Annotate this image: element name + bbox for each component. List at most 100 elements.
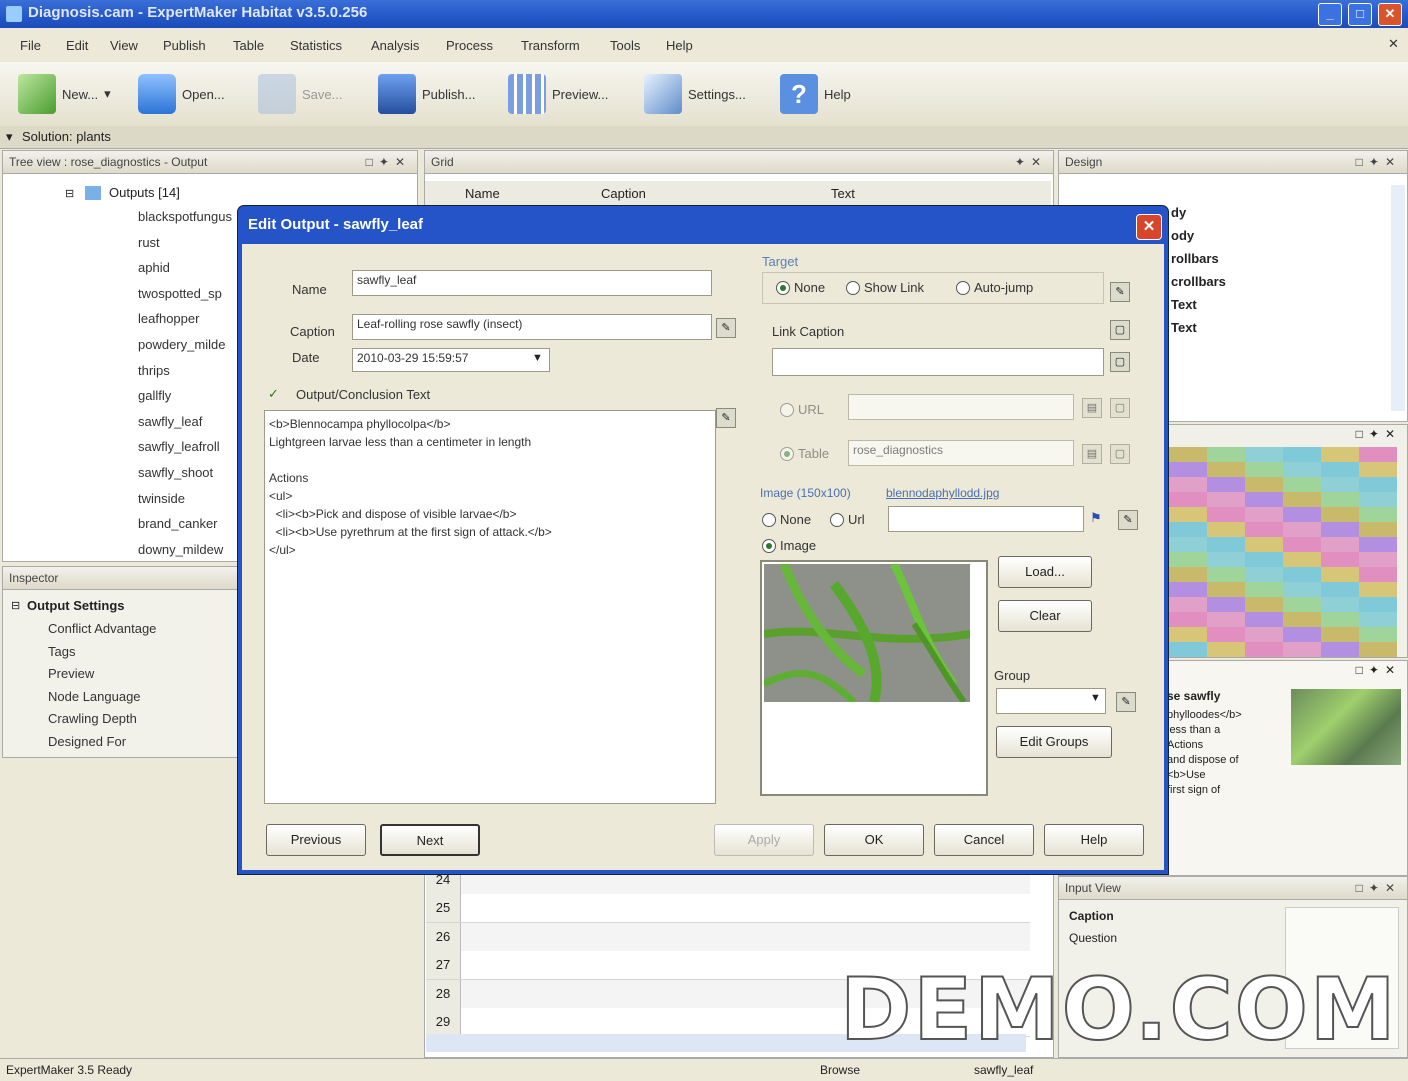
tree-item[interactable]: thrips bbox=[138, 363, 170, 378]
image-url-field[interactable] bbox=[888, 506, 1084, 532]
panel-controls-icon[interactable]: □✦✕ bbox=[1356, 151, 1401, 173]
target-none-radio[interactable]: None bbox=[776, 280, 825, 295]
maximize-button[interactable]: □ bbox=[1348, 3, 1372, 26]
inspector-row[interactable]: Designed For bbox=[48, 734, 126, 749]
caption-edit-icon[interactable]: ✎ bbox=[716, 318, 736, 338]
tree-item[interactable]: powdery_milde bbox=[138, 337, 225, 352]
image-image-radio[interactable]: Image bbox=[762, 538, 816, 553]
image-url-radio[interactable]: Url bbox=[830, 512, 865, 527]
menu-process[interactable]: Process bbox=[446, 38, 493, 53]
save-button[interactable]: Save... bbox=[258, 72, 342, 116]
help-dialog-button[interactable]: Help bbox=[1044, 824, 1144, 856]
panel-controls-icon[interactable]: □✦✕ bbox=[1356, 663, 1401, 677]
design-item[interactable]: Text bbox=[1171, 297, 1197, 312]
url-edit-icon[interactable]: ▢ bbox=[1110, 398, 1130, 418]
link-caption-edit-icon[interactable]: ▢ bbox=[1110, 352, 1130, 372]
menu-statistics[interactable]: Statistics bbox=[290, 38, 342, 53]
menu-file[interactable]: File bbox=[20, 38, 41, 53]
menu-help[interactable]: Help bbox=[666, 38, 693, 53]
cancel-button[interactable]: Cancel bbox=[934, 824, 1034, 856]
panel-controls-icon[interactable]: □✦✕ bbox=[1356, 427, 1401, 441]
menu-view[interactable]: View bbox=[110, 38, 138, 53]
inspector-row[interactable]: Conflict Advantage bbox=[48, 621, 156, 636]
url-radio[interactable]: URL bbox=[780, 402, 824, 417]
tree-item[interactable]: blackspotfungus bbox=[138, 209, 232, 224]
design-item[interactable]: Text bbox=[1171, 320, 1197, 335]
clear-button[interactable]: Clear bbox=[998, 600, 1092, 632]
group-dropdown-icon[interactable]: ▼ bbox=[1090, 692, 1101, 704]
collapse-icon[interactable]: ▾ bbox=[6, 129, 13, 145]
tree-item[interactable]: leafhopper bbox=[138, 311, 199, 326]
previous-button[interactable]: Previous bbox=[266, 824, 366, 856]
url-browse-icon[interactable]: ▤ bbox=[1082, 398, 1102, 418]
date-field[interactable]: 2010-03-29 15:59:57 bbox=[352, 348, 550, 372]
image-file-link[interactable]: blennodaphyllodd.jpg bbox=[886, 486, 999, 500]
section-collapse-icon[interactable]: ⊟ bbox=[11, 599, 20, 612]
table-select[interactable]: rose_diagnostics bbox=[848, 440, 1074, 466]
menu-transform[interactable]: Transform bbox=[521, 38, 580, 53]
publish-button[interactable]: Publish... bbox=[378, 72, 475, 116]
col-name[interactable]: Name bbox=[465, 186, 500, 201]
apply-button[interactable]: Apply bbox=[714, 824, 814, 856]
design-item[interactable]: ody bbox=[1171, 228, 1194, 243]
menu-tools[interactable]: Tools bbox=[610, 38, 640, 53]
tree-item[interactable]: gallfly bbox=[138, 388, 171, 403]
caption-field[interactable]: Leaf-rolling rose sawfly (insect) bbox=[352, 314, 712, 340]
close-doc-icon[interactable]: ✕ bbox=[1388, 36, 1399, 52]
table-browse-icon[interactable]: ▤ bbox=[1082, 444, 1102, 464]
design-item[interactable]: rollbars bbox=[1171, 251, 1219, 266]
ok-button[interactable]: OK bbox=[824, 824, 924, 856]
menu-edit[interactable]: Edit bbox=[66, 38, 88, 53]
tree-item[interactable]: twinside bbox=[138, 491, 185, 506]
panel-controls-icon[interactable]: ✦✕ bbox=[1015, 151, 1047, 173]
table-row[interactable]: 25 bbox=[426, 894, 1030, 924]
col-caption[interactable]: Caption bbox=[601, 186, 646, 201]
group-edit-icon[interactable]: ✎ bbox=[1116, 692, 1136, 712]
tree-item[interactable]: sawfly_leaf bbox=[138, 414, 202, 429]
inspector-row[interactable]: Preview bbox=[48, 666, 94, 681]
design-item[interactable]: dy bbox=[1171, 205, 1186, 220]
tree-item[interactable]: downy_mildew bbox=[138, 542, 223, 557]
dialog-close-button[interactable]: ✕ bbox=[1136, 214, 1162, 240]
settings-button[interactable]: Settings... bbox=[644, 72, 746, 116]
link-caption-field[interactable] bbox=[772, 348, 1104, 376]
date-dropdown-icon[interactable]: ▼ bbox=[532, 352, 543, 364]
tree-item[interactable]: twospotted_sp bbox=[138, 286, 222, 301]
new-button[interactable]: New... ▾ bbox=[18, 72, 111, 116]
tree-item[interactable]: brand_canker bbox=[138, 516, 218, 531]
inspector-row[interactable]: Tags bbox=[48, 644, 75, 659]
design-scrollbar[interactable] bbox=[1391, 185, 1405, 411]
inspector-row[interactable]: Crawling Depth bbox=[48, 711, 137, 726]
help-button[interactable]: ? Help bbox=[780, 72, 851, 116]
close-button[interactable]: ✕ bbox=[1378, 3, 1402, 26]
menu-analysis[interactable]: Analysis bbox=[371, 38, 419, 53]
name-field[interactable]: sawfly_leaf bbox=[352, 270, 712, 296]
load-button[interactable]: Load... bbox=[998, 556, 1092, 588]
panel-controls-icon[interactable]: □✦✕ bbox=[366, 151, 411, 173]
dropdown-arrow-icon[interactable]: ▾ bbox=[104, 86, 111, 102]
target-edit-icon[interactable]: ✎ bbox=[1110, 282, 1130, 302]
target-autojump-radio[interactable]: Auto-jump bbox=[956, 280, 1033, 295]
tree-item[interactable]: aphid bbox=[138, 260, 170, 275]
table-radio[interactable]: Table bbox=[780, 446, 829, 461]
minimize-button[interactable]: _ bbox=[1318, 3, 1342, 26]
table-edit-icon[interactable]: ▢ bbox=[1110, 444, 1130, 464]
link-caption-icon[interactable]: ▢ bbox=[1110, 320, 1130, 340]
edit-groups-button[interactable]: Edit Groups bbox=[996, 726, 1112, 758]
preview-button[interactable]: Preview... bbox=[508, 72, 608, 116]
open-button[interactable]: Open... bbox=[138, 72, 225, 116]
image-url-edit-icon[interactable]: ✎ bbox=[1118, 510, 1138, 530]
next-button[interactable]: Next bbox=[380, 824, 480, 856]
menu-publish[interactable]: Publish bbox=[163, 38, 206, 53]
panel-controls-icon[interactable]: □✦✕ bbox=[1356, 877, 1401, 899]
tree-root[interactable]: Outputs [14] bbox=[109, 185, 180, 200]
url-field[interactable] bbox=[848, 394, 1074, 420]
menu-table[interactable]: Table bbox=[233, 38, 264, 53]
inspector-row[interactable]: Node Language bbox=[48, 689, 141, 704]
text-edit-icon[interactable]: ✎ bbox=[716, 408, 736, 428]
col-text[interactable]: Text bbox=[831, 186, 855, 201]
table-row[interactable]: 26 bbox=[426, 922, 1030, 952]
tree-item[interactable]: rust bbox=[138, 235, 160, 250]
tree-item[interactable]: sawfly_leafroll bbox=[138, 439, 220, 454]
design-item[interactable]: crollbars bbox=[1171, 274, 1226, 289]
